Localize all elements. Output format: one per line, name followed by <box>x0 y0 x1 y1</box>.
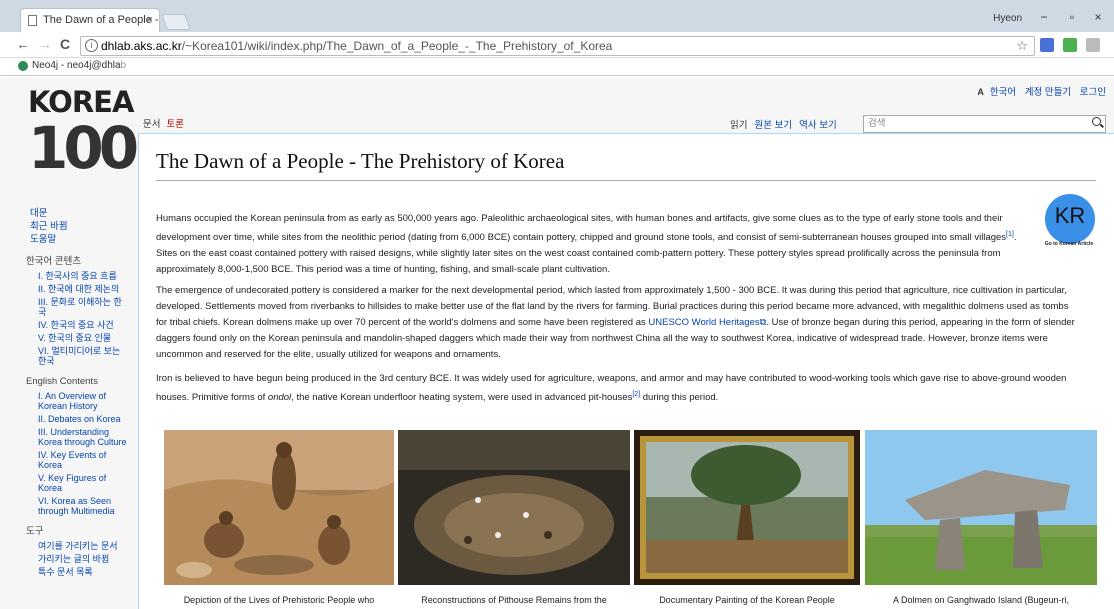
korean-link[interactable]: 한국어 <box>990 87 1016 98</box>
tab-strip: The Dawn of a People - × Hyeon − ▫ × <box>0 0 1114 32</box>
tab-close-icon[interactable]: × <box>147 9 153 31</box>
sidebar-item-english[interactable]: IV. Key Events of Korea <box>0 450 138 470</box>
sidebar-item-english[interactable]: VI. Korea as Seen through Multimedia <box>0 496 138 516</box>
tab-title: The Dawn of a People - <box>43 14 159 26</box>
sidebar-item-english[interactable]: II. Debates on Korea <box>0 414 138 424</box>
view-tabs: 읽기 원본 보기 역사 보기 <box>730 117 844 131</box>
search-icon[interactable] <box>1092 117 1101 126</box>
figure-prehistoric-life: Depiction of the Lives of Prehistoric Pe… <box>164 430 394 609</box>
article-content: The Dawn of a People - The Prehistory of… <box>138 133 1114 609</box>
figure-pithouse: Reconstructions of Pithouse Remains from… <box>398 430 630 609</box>
extension-icon[interactable] <box>1040 38 1054 52</box>
sidebar-item-english[interactable]: III. Understanding Korea through Culture <box>0 427 138 447</box>
namespace-tabs: 문서 토론 <box>140 117 187 133</box>
forward-button[interactable]: → <box>38 36 52 52</box>
sidebar-heading-korean: 한국어 콘텐츠 <box>26 256 82 267</box>
browser-chrome: The Dawn of a People - × Hyeon − ▫ × ← →… <box>0 0 1114 76</box>
address-bar[interactable]: i dhlab.aks.ac.kr/~Korea101/wiki/index.p… <box>80 36 1035 56</box>
paragraph-iron-age: Iron is believed to have begun being pro… <box>156 373 1067 404</box>
tab-history[interactable]: 역사 보기 <box>799 120 837 131</box>
extension-icon[interactable] <box>1063 38 1077 52</box>
sidebar-item-english[interactable]: I. An Overview of Korean History <box>0 391 138 411</box>
figure-caption: A Dolmen on Ganghwado Island (Bugeun-ri, <box>892 595 1070 605</box>
sidebar-item-tools[interactable]: 가리키는 글의 바뀜 <box>0 554 138 564</box>
figure-caption: Documentary Painting of the Korean Peopl… <box>659 595 835 605</box>
unesco-link[interactable]: UNESCO World Heritages <box>648 317 759 328</box>
tab-talk[interactable]: 토론 <box>163 117 186 133</box>
figure-caption: Depiction of the Lives of Prehistoric Pe… <box>183 595 375 605</box>
sidebar-item-korean[interactable]: V. 한국의 중요 인물 <box>0 333 138 343</box>
figure-dolmen: A Dolmen on Ganghwado Island (Bugeun-ri, <box>865 430 1097 609</box>
personal-tools: A 한국어 계정 만들기 로그인 <box>971 84 1106 98</box>
korean-article-badge[interactable]: KR <box>1045 194 1095 244</box>
bookmarks-bar: Neo4j - neo4j@dhlab <box>0 58 1114 76</box>
restore-button[interactable]: ▫ <box>1062 10 1082 24</box>
site-logo[interactable]: KOREA 100 <box>28 85 139 185</box>
sidebar-item-recent-changes[interactable]: 최근 바뀜 <box>0 220 138 233</box>
extension-icon[interactable] <box>1086 38 1100 52</box>
minimize-button[interactable]: − <box>1034 10 1054 24</box>
language-icon[interactable]: A <box>977 87 984 97</box>
tab-article[interactable]: 문서 <box>140 117 163 133</box>
figure-image[interactable] <box>865 430 1097 585</box>
logo-text-100: 100 <box>28 114 139 182</box>
sidebar-heading-english: English Contents <box>26 376 98 387</box>
search-input[interactable]: 검색 <box>863 115 1106 133</box>
browser-tab[interactable]: The Dawn of a People - × <box>20 8 160 32</box>
sidebar-item-korean[interactable]: II. 한국에 대한 제논의 <box>0 284 138 294</box>
login-link[interactable]: 로그인 <box>1080 87 1106 98</box>
figure-caption: Reconstructions of Pithouse Remains from… <box>421 595 607 605</box>
bookmark-neo4j[interactable]: Neo4j - neo4j@dhlab <box>32 60 126 71</box>
reload-button[interactable]: C <box>60 36 70 52</box>
sidebar-item-main-page[interactable]: 대문 <box>0 207 138 220</box>
back-button[interactable]: ← <box>16 36 30 52</box>
korean-article-caption[interactable]: Go to Korean Article <box>1039 241 1099 247</box>
figure-image[interactable] <box>164 430 394 585</box>
sidebar: 대문 최근 바뀜 도움말 한국어 콘텐츠 I. 한국사의 중요 흐름 II. 한… <box>0 207 138 580</box>
new-tab-button[interactable] <box>161 14 191 30</box>
tab-view-source[interactable]: 원본 보기 <box>754 120 792 131</box>
figure-image[interactable] <box>398 430 630 585</box>
sidebar-item-korean[interactable]: I. 한국사의 중요 흐름 <box>0 271 138 281</box>
logo-text-korea: KOREA <box>28 85 134 119</box>
paragraph-bronze-age: The emergence of undecorated pottery is … <box>156 285 1075 360</box>
page-icon <box>28 15 37 26</box>
neo4j-icon <box>18 61 28 71</box>
title-divider <box>156 180 1096 181</box>
window-user-label: Hyeon <box>993 13 1022 24</box>
sidebar-item-korean[interactable]: IV. 한국의 중요 사건 <box>0 320 138 330</box>
bookmark-star-icon[interactable]: ☆ <box>1016 37 1028 55</box>
address-path: /~Korea101/wiki/index.php/The_Dawn_of_a_… <box>181 39 613 53</box>
sidebar-item-korean[interactable]: VI. 멀티미디어로 보는 한국 <box>0 346 138 366</box>
search-placeholder: 검색 <box>868 118 886 129</box>
figure-image[interactable] <box>634 430 860 585</box>
reference-link[interactable]: [2] <box>632 391 640 398</box>
page-title: The Dawn of a People - The Prehistory of… <box>156 149 565 173</box>
create-account-link[interactable]: 계정 만들기 <box>1025 87 1071 98</box>
sidebar-item-tools[interactable]: 여기를 가리키는 문서 <box>0 541 138 551</box>
navigation-bar: ← → C i dhlab.aks.ac.kr/~Korea101/wiki/i… <box>0 32 1114 58</box>
address-host: dhlab.aks.ac.kr <box>101 39 182 53</box>
sidebar-item-english[interactable]: V. Key Figures of Korea <box>0 473 138 493</box>
sidebar-item-help[interactable]: 도움말 <box>0 233 138 246</box>
tab-read[interactable]: 읽기 <box>730 120 747 131</box>
info-icon[interactable]: i <box>85 39 98 52</box>
sidebar-item-tools[interactable]: 특수 문서 목록 <box>0 567 138 577</box>
reference-link[interactable]: [1] <box>1006 231 1014 238</box>
figure-documentary-painting: Documentary Painting of the Korean Peopl… <box>634 430 860 609</box>
close-window-button[interactable]: × <box>1088 10 1108 24</box>
sidebar-item-korean[interactable]: III. 문화로 이해하는 한국 <box>0 297 138 317</box>
paragraph-paleolithic: Humans occupied the Korean peninsula fro… <box>156 213 1017 276</box>
wiki-page: KOREA 100 A 한국어 계정 만들기 로그인 문서 토론 읽기 원본 보기 역사… <box>0 77 1114 609</box>
sidebar-heading-tools: 도구 <box>26 526 44 537</box>
